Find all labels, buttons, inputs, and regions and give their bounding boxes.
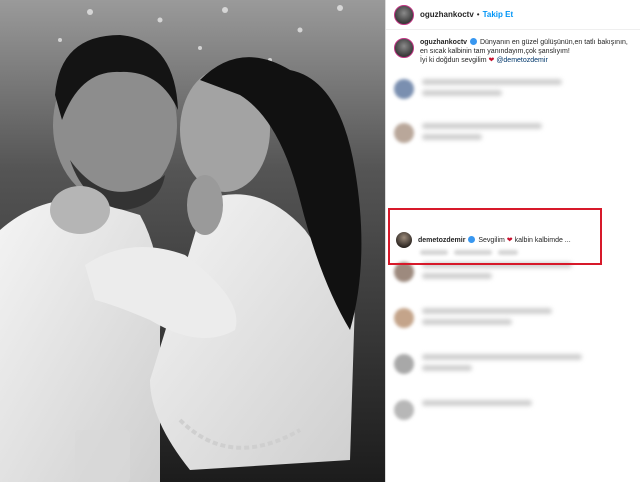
comment-text-suffix: kalbin kalbimde ... (514, 237, 571, 244)
blurred-avatar (394, 308, 414, 328)
author-username[interactable]: oguzhankoctv (420, 10, 474, 19)
blurred-avatar (394, 262, 414, 282)
blurred-line (422, 400, 532, 406)
blurred-line (422, 134, 482, 140)
caption-mention[interactable]: @demetozdemir (496, 57, 547, 64)
post-header: oguzhankoctv • Takip Et (386, 0, 640, 30)
blurred-comment-text (422, 123, 632, 145)
post-photo (0, 0, 385, 482)
caption-username[interactable]: oguzhankoctv (420, 39, 467, 46)
comment-text: demetozdemir Sevgilim ❤ kalbin kalbimde … (418, 235, 571, 244)
blurred-comment-text (422, 308, 632, 330)
caption-text: oguzhankoctv Dünyanın en güzel gülüşünün… (420, 37, 632, 65)
follow-button[interactable]: Takip Et (483, 10, 514, 19)
blurred-line (422, 90, 502, 96)
blurred-avatar (394, 123, 414, 143)
verified-badge-icon (468, 235, 476, 243)
caption-line3: İyi ki doğdun sevgilim (420, 57, 487, 64)
blurred-avatar (394, 354, 414, 374)
post-caption: oguzhankoctv Dünyanın en güzel gülüşünün… (386, 30, 640, 71)
comment-meta-blurred (420, 250, 518, 255)
blurred-avatar (394, 400, 414, 420)
blurred-meta (420, 250, 448, 255)
highlighted-comment: demetozdemir Sevgilim ❤ kalbin kalbimde … (396, 232, 571, 248)
blurred-line (422, 79, 562, 85)
blurred-avatar (394, 79, 414, 99)
caption-line1: Dünyanın en güzel gülüşünün,en tatlı bak… (479, 39, 628, 46)
heart-icon: ❤ (506, 237, 513, 244)
blurred-line (422, 273, 492, 279)
author-avatar[interactable] (394, 4, 414, 25)
caption-avatar[interactable] (394, 38, 414, 58)
blurred-line (422, 354, 582, 360)
blurred-meta (454, 250, 492, 255)
blurred-comment (386, 394, 640, 426)
blurred-comment (386, 73, 640, 107)
blurred-meta (498, 250, 518, 255)
comment-username[interactable]: demetozdemir (418, 237, 465, 244)
verified-badge-icon (470, 37, 478, 45)
blurred-comment (386, 348, 640, 382)
blurred-comment (386, 302, 640, 336)
blurred-comment-text (422, 400, 632, 411)
blurred-comment-text (422, 262, 632, 284)
blurred-comment (386, 117, 640, 151)
comment-text-prefix: Sevgilim (478, 237, 505, 244)
blurred-line (422, 308, 552, 314)
comment-avatar[interactable] (396, 232, 412, 248)
blurred-comment-text (422, 79, 632, 101)
caption-line2: en sıcak kalbinin tam yanındayım,çok şan… (420, 48, 570, 55)
couple-photo-illustration (0, 0, 385, 482)
blurred-line (422, 365, 472, 371)
blurred-line (422, 123, 542, 129)
blurred-comment-text (422, 354, 632, 376)
heart-icon: ❤ (488, 57, 495, 64)
header-separator: • (476, 10, 480, 19)
blurred-line (422, 319, 512, 325)
